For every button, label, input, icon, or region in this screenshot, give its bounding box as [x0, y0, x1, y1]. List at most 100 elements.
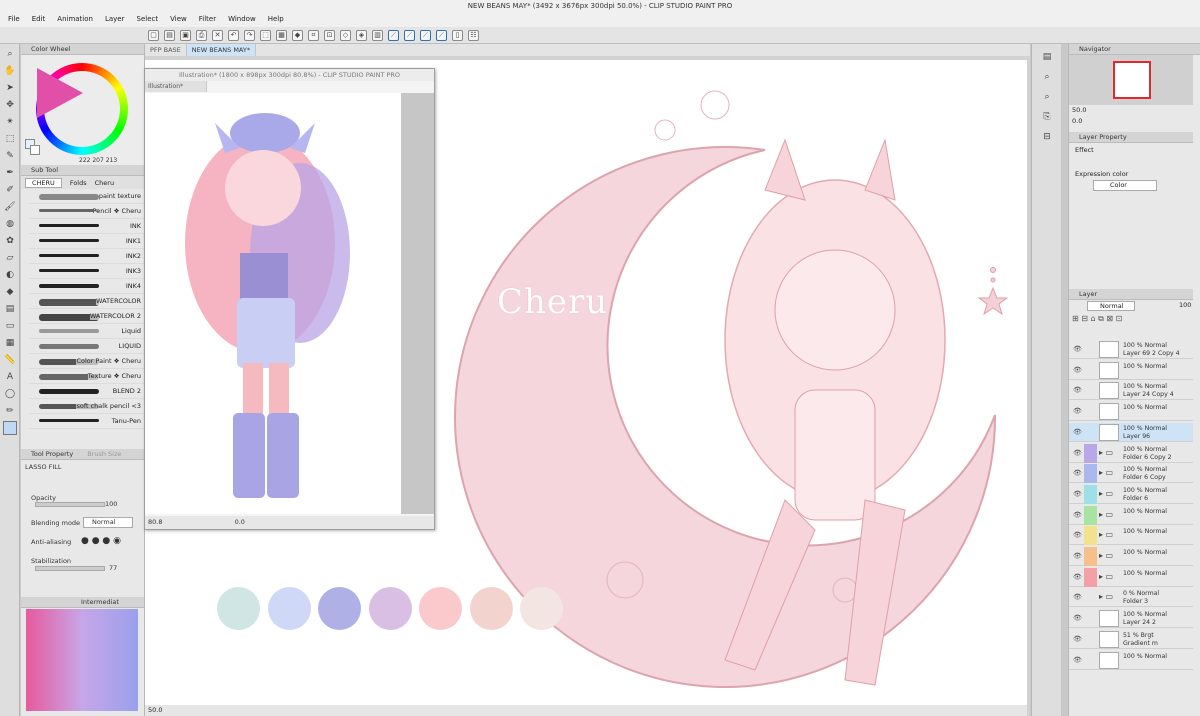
- tab-cheru-2[interactable]: Cheru: [95, 179, 114, 187]
- device-icon[interactable]: ▯: [452, 29, 463, 41]
- stabilize-icon[interactable]: ⟋: [388, 29, 399, 41]
- layer-row[interactable]: 👁 100 % Normal: [1069, 361, 1193, 380]
- clear-selection-icon[interactable]: ▦: [276, 29, 287, 41]
- zoom-tool-icon[interactable]: ⌕: [3, 47, 17, 61]
- eye-icon[interactable]: 👁: [1073, 345, 1082, 353]
- eye-icon[interactable]: 👁: [1073, 366, 1082, 374]
- float-window-canvas[interactable]: [145, 93, 401, 514]
- eye-icon[interactable]: 👁: [1073, 593, 1082, 601]
- eyedropper-icon[interactable]: ✎: [3, 149, 17, 163]
- crop-icon[interactable]: ⌗: [308, 29, 319, 41]
- tab-pfp-base[interactable]: PFP BASE: [145, 44, 187, 56]
- save-icon[interactable]: ▣: [180, 29, 191, 41]
- eye-icon[interactable]: 👁: [1073, 511, 1082, 519]
- snap-icon[interactable]: ◈: [356, 29, 367, 41]
- layer-search-icon[interactable]: ⌕: [1040, 90, 1054, 104]
- transform-icon[interactable]: ⊡: [324, 29, 335, 41]
- opacity-slider[interactable]: [35, 502, 105, 507]
- eye-icon[interactable]: 👁: [1073, 407, 1082, 415]
- folder-icon[interactable]: ▸ ▭: [1099, 468, 1113, 477]
- brush-tool-icon[interactable]: 🖌: [3, 200, 17, 214]
- clear-icon[interactable]: ✕: [212, 29, 223, 41]
- eye-icon[interactable]: 👁: [1073, 469, 1082, 477]
- menu-layer[interactable]: Layer: [105, 12, 125, 27]
- anti-aliasing-dots[interactable]: ● ● ● ◉: [81, 536, 121, 546]
- new-icon[interactable]: ▢: [148, 29, 159, 41]
- color-set-title[interactable]: Intermediat: [21, 597, 144, 608]
- layer-row[interactable]: 👁 100 % Normal Layer 96: [1069, 422, 1193, 442]
- stabilization-slider[interactable]: [35, 566, 105, 571]
- menu-view[interactable]: View: [170, 12, 187, 27]
- move-tool-icon[interactable]: ✥: [3, 98, 17, 112]
- layer-row[interactable]: 👁 100 % Normal: [1069, 651, 1193, 670]
- navigator-rotation[interactable]: 0.0: [1072, 117, 1082, 125]
- brush-item[interactable]: Pencil ❖ Cheru: [29, 204, 144, 219]
- eye-icon[interactable]: 👁: [1073, 428, 1082, 436]
- layer-row[interactable]: 👁 100 % Normal Layer 24 Copy 4: [1069, 381, 1193, 401]
- menu-help[interactable]: Help: [268, 12, 284, 27]
- decoration-icon[interactable]: ✿: [3, 234, 17, 248]
- eye-icon[interactable]: 👁: [1073, 635, 1082, 643]
- folder-icon[interactable]: ▸ ▭: [1099, 489, 1113, 498]
- opacity-value[interactable]: 100: [105, 500, 117, 508]
- auto-select-icon[interactable]: ✴: [3, 115, 17, 129]
- snap-ruler-icon[interactable]: ⟋: [404, 29, 415, 41]
- balloon-icon[interactable]: ◯: [3, 387, 17, 401]
- folder-icon[interactable]: ▸ ▭: [1099, 530, 1113, 539]
- gradient-icon[interactable]: ▤: [3, 302, 17, 316]
- blending-mode-select[interactable]: Normal: [83, 517, 133, 528]
- sub-color-swatch[interactable]: [30, 145, 40, 155]
- brush-size-tab[interactable]: Brush Size: [87, 449, 121, 459]
- eraser-icon[interactable]: ▱: [3, 251, 17, 265]
- item-bank-icon[interactable]: ⊟: [1040, 130, 1054, 144]
- layer-opacity[interactable]: 100: [1179, 301, 1191, 309]
- print-icon[interactable]: ⎙: [196, 29, 207, 41]
- tab-cheru[interactable]: CHERU: [25, 177, 62, 188]
- correct-line-icon[interactable]: ✏: [3, 404, 17, 418]
- tool-property-title[interactable]: Tool Property: [31, 449, 73, 459]
- folder-icon[interactable]: ▸ ▭: [1099, 448, 1113, 457]
- navigator-preview[interactable]: [1069, 55, 1193, 105]
- redo-icon[interactable]: ↷: [244, 29, 255, 41]
- layer-row[interactable]: 👁 100 % Normal Layer 24 2: [1069, 609, 1193, 629]
- layer-row[interactable]: 👁 100 % Normal: [1069, 402, 1193, 422]
- brush-item[interactable]: Tanu-Pen: [29, 414, 144, 429]
- layer-row[interactable]: 👁 ▸ ▭ 0 % Normal Folder 3: [1069, 588, 1193, 608]
- eye-icon[interactable]: 👁: [1073, 490, 1082, 498]
- canvas-zoom[interactable]: 50.0: [148, 706, 162, 714]
- brush-item[interactable]: WATERCOLOR 2: [29, 309, 144, 324]
- layer-row[interactable]: 👁 100 % Normal Layer 69 2 Copy 4: [1069, 340, 1193, 359]
- brush-item[interactable]: BLEND 2: [29, 384, 144, 399]
- snap-special-icon[interactable]: ⟋: [436, 29, 447, 41]
- layer-row[interactable]: 👁 ▸ ▭ 100 % Normal: [1069, 547, 1193, 566]
- main-color-icon[interactable]: [3, 421, 17, 435]
- eye-icon[interactable]: 👁: [1073, 614, 1082, 622]
- float-window-tab[interactable]: Illustration*: [145, 81, 207, 92]
- pen-tool-icon[interactable]: ✒: [3, 166, 17, 180]
- fill-tool-icon[interactable]: ◆: [3, 285, 17, 299]
- eye-icon[interactable]: 👁: [1073, 656, 1082, 664]
- material-icon[interactable]: ▤: [1040, 50, 1054, 64]
- operation-tool-icon[interactable]: ➤: [3, 81, 17, 95]
- figure-icon[interactable]: ▭: [3, 319, 17, 333]
- brush-item[interactable]: INK3: [29, 264, 144, 279]
- brush-item[interactable]: paint texture: [29, 189, 144, 204]
- brush-item[interactable]: Liquid: [29, 324, 144, 339]
- layer-blend-mode[interactable]: Normal: [1087, 301, 1135, 311]
- folder-icon[interactable]: ▸ ▭: [1099, 551, 1113, 560]
- float-zoom[interactable]: 80.8: [148, 518, 162, 526]
- snap-grid-icon[interactable]: ⟋: [420, 29, 431, 41]
- layer-row[interactable]: 👁 ▸ ▭ 100 % Normal Folder 6 Copy: [1069, 464, 1193, 484]
- folder-icon[interactable]: ▸ ▭: [1099, 510, 1113, 519]
- eye-icon[interactable]: 👁: [1073, 449, 1082, 457]
- brush-item[interactable]: INK: [29, 219, 144, 234]
- brush-item[interactable]: Color Paint ❖ Cheru: [29, 354, 144, 369]
- eye-icon[interactable]: 👁: [1073, 552, 1082, 560]
- fill-icon[interactable]: ◆: [292, 29, 303, 41]
- menu-filter[interactable]: Filter: [199, 12, 216, 27]
- layer-row[interactable]: 👁 ▸ ▭ 100 % Normal Folder 6: [1069, 484, 1193, 504]
- menu-window[interactable]: Window: [228, 12, 256, 27]
- layer-row[interactable]: 👁 ▸ ▭ 100 % Normal: [1069, 526, 1193, 546]
- saturation-triangle[interactable]: [37, 68, 83, 118]
- history-panel-icon[interactable]: ⎘: [1040, 110, 1054, 124]
